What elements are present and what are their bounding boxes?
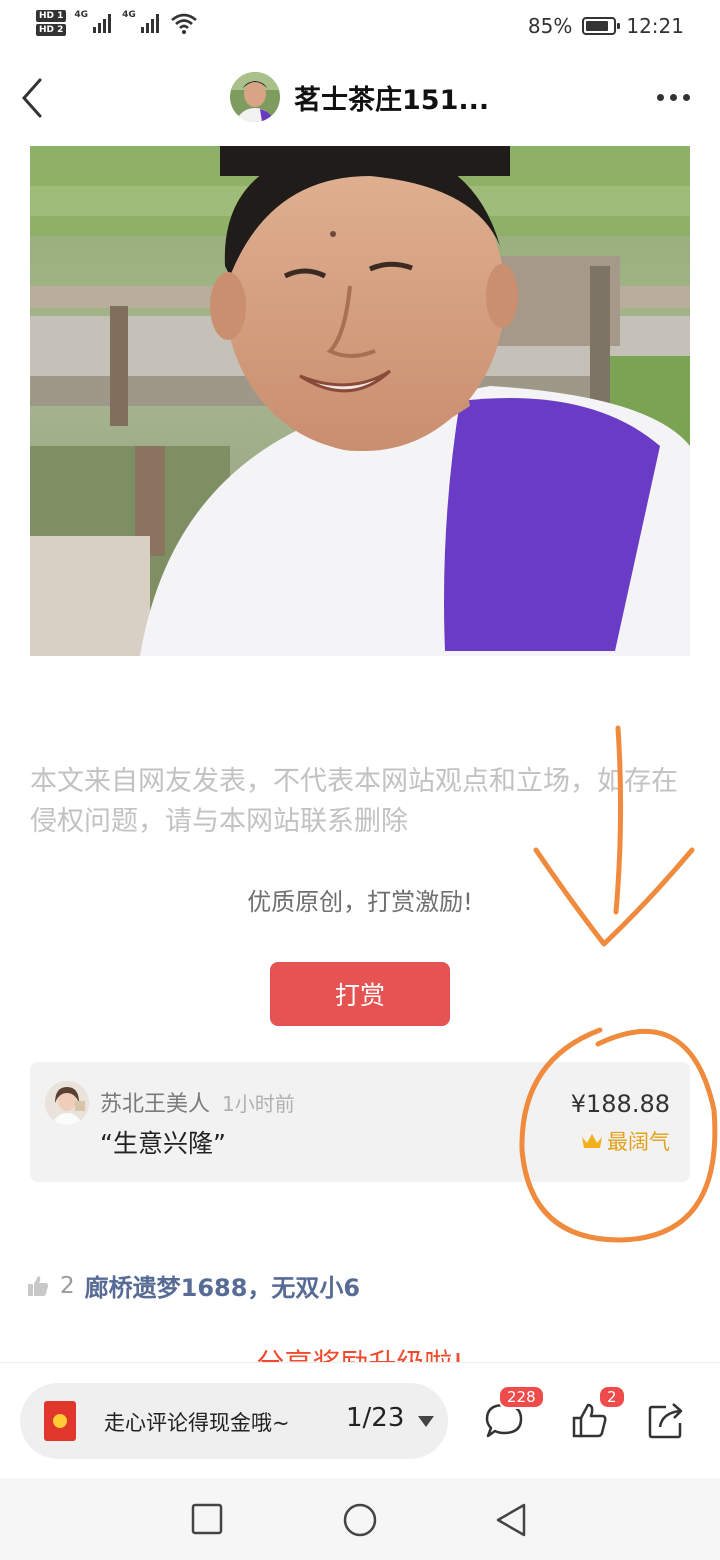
badge-label: 最阔气 — [607, 1130, 670, 1154]
thumbs-up-icon — [28, 1275, 48, 1296]
share-button[interactable] — [626, 1381, 706, 1461]
tipper-name[interactable]: 苏北王美人 — [100, 1092, 210, 1117]
clock: 12:21 — [626, 14, 684, 38]
page-indicator[interactable]: 1/23 — [346, 1403, 404, 1433]
battery-percent: 85% — [527, 14, 573, 38]
tip-record-card[interactable]: 苏北王美人 1小时前 “生意兴隆” ¥188.88 最阔气 — [30, 1062, 690, 1182]
tip-time: 1小时前 — [222, 1092, 295, 1116]
crown-icon — [582, 1134, 602, 1148]
hd2-badge: HD 2 — [36, 24, 67, 36]
top-nav: 茗士茶庄151... — [0, 56, 720, 144]
red-envelope-icon — [44, 1401, 76, 1441]
top-tipper-badge: 最阔气 — [581, 1126, 670, 1156]
reward-button[interactable]: 打赏 — [270, 962, 450, 1026]
signal-icon — [93, 14, 112, 33]
tipper-info: 苏北王美人 1小时前 — [100, 1086, 295, 1118]
author-avatar[interactable] — [230, 72, 280, 122]
hd-indicators: HD 1 HD 2 — [36, 10, 67, 36]
comment-pill[interactable]: 走心评论得现金哦~ 1/23 — [20, 1383, 448, 1459]
article-photo[interactable] — [30, 146, 690, 656]
home-circle-icon[interactable] — [342, 1502, 378, 1538]
status-left: HD 1 HD 2 4G 4G — [36, 10, 198, 36]
hd1-badge: HD 1 — [36, 10, 67, 22]
comment-button[interactable]: 228 — [464, 1381, 545, 1461]
comment-count-badge: 228 — [498, 1385, 545, 1409]
tip-message: “生意兴隆” — [100, 1129, 226, 1158]
tipper-avatar[interactable] — [45, 1081, 89, 1125]
reward-caption: 优质原创，打赏激励! — [247, 888, 473, 916]
wifi-icon — [170, 13, 197, 34]
author-name[interactable]: 茗士茶庄151... — [294, 78, 489, 117]
network-type-1: 4G — [74, 10, 89, 20]
back-triangle-icon[interactable] — [494, 1502, 528, 1538]
share-icon — [648, 1403, 683, 1439]
likes-count: 2 — [60, 1272, 75, 1299]
battery-fill — [586, 21, 608, 31]
battery-icon — [582, 17, 621, 35]
disclaimer-text: 本文来自网友发表，不代表本网站观点和立场，如存在侵权问题，请与本网站联系删除 — [30, 766, 678, 837]
like-count-badge: 2 — [598, 1385, 626, 1409]
recents-square-icon[interactable] — [190, 1502, 224, 1536]
more-options-icon[interactable] — [657, 94, 690, 101]
back-arrow-icon[interactable] — [18, 76, 48, 120]
comment-prompt[interactable]: 走心评论得现金哦~ — [104, 1407, 290, 1437]
bottom-action-bar: 走心评论得现金哦~ 1/23 228 2 — [0, 1362, 720, 1479]
status-bar: HD 1 HD 2 4G 4G 85% 12:21 — [0, 0, 720, 56]
like-button[interactable]: 2 — [550, 1381, 630, 1461]
network-type-2: 4G — [122, 10, 136, 20]
portrait-image — [30, 146, 690, 656]
status-right: 85% 12:21 — [528, 14, 684, 38]
likes-user-list[interactable]: 廊桥遗梦1688，无双小6 — [85, 1268, 361, 1303]
dropdown-caret-icon[interactable] — [418, 1416, 434, 1427]
author-header[interactable]: 茗士茶庄151... — [230, 72, 489, 122]
likes-row: 2 廊桥遗梦1688，无双小6 — [26, 1268, 360, 1303]
system-navigation-bar — [0, 1478, 720, 1560]
tip-amount: ¥188.88 — [570, 1090, 670, 1118]
signal-icon-2 — [140, 14, 159, 33]
